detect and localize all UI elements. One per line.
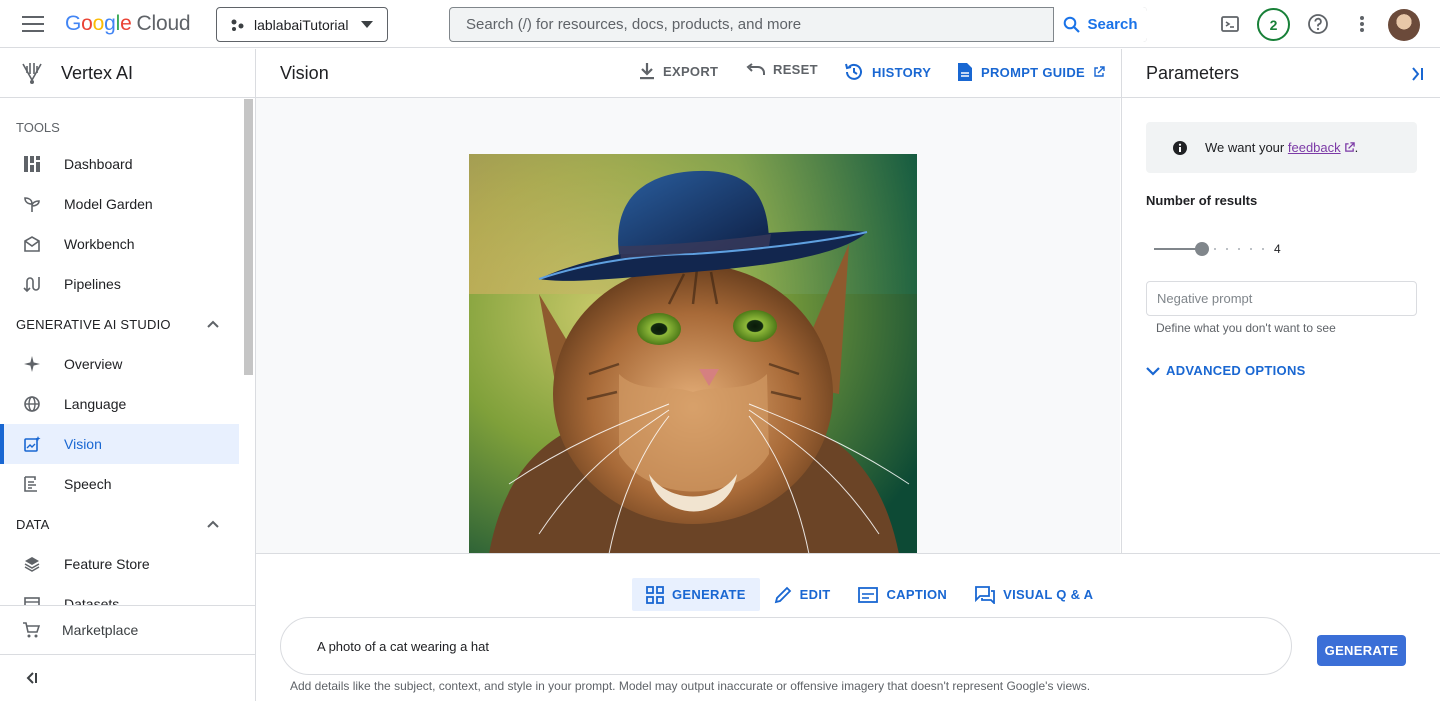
number-of-results-label: Number of results <box>1146 193 1258 208</box>
feedback-link[interactable]: feedback <box>1288 140 1341 155</box>
collapse-sidebar-button[interactable] <box>0 654 255 701</box>
tab-caption[interactable]: CAPTION <box>844 578 961 611</box>
prompt-input[interactable]: A photo of a cat wearing a hat <box>280 617 1292 675</box>
sidebar-nav: TOOLS Dashboard Model Garden Workbench P… <box>0 98 255 605</box>
search-icon <box>1064 16 1081 33</box>
open-in-new-icon <box>1094 66 1105 77</box>
sidebar: Vertex AI TOOLS Dashboard Model Garden W… <box>0 49 256 701</box>
sidebar-item-overview[interactable]: Overview <box>0 344 239 384</box>
dashboard-icon <box>22 154 42 174</box>
caption-icon <box>858 586 879 603</box>
workbench-icon <box>22 234 42 254</box>
prompt-guide-button[interactable]: PROMPT GUIDE <box>957 62 1105 82</box>
slider-thumb[interactable] <box>1195 242 1209 256</box>
history-icon <box>845 63 862 80</box>
sidebar-item-language[interactable]: Language <box>0 384 239 424</box>
tab-edit[interactable]: EDIT <box>760 578 845 611</box>
sidebar-header: Vertex AI <box>0 49 255 98</box>
sidebar-item-speech[interactable]: Speech <box>0 464 239 504</box>
search-input[interactable] <box>450 8 1054 41</box>
parameters-title: Parameters <box>1146 62 1240 83</box>
notifications-badge[interactable]: 2 <box>1257 8 1290 41</box>
project-icon <box>231 19 244 31</box>
export-button[interactable]: EXPORT <box>639 62 718 80</box>
sidebar-item-workbench[interactable]: Workbench <box>0 224 239 264</box>
tab-generate[interactable]: GENERATE <box>632 578 760 611</box>
pipelines-icon <box>22 274 42 294</box>
generated-image[interactable] <box>469 154 917 553</box>
collapse-left-icon <box>26 672 37 684</box>
sidebar-item-datasets[interactable]: Datasets <box>0 584 239 605</box>
number-of-results-value: 4 <box>1274 242 1281 256</box>
sidebar-item-dashboard[interactable]: Dashboard <box>0 144 239 184</box>
search-button[interactable]: Search <box>1053 7 1147 42</box>
feedback-banner: We want your feedback . <box>1146 122 1417 173</box>
chat-icon <box>975 585 995 604</box>
section-label-tools: TOOLS <box>16 120 60 135</box>
negative-prompt-hint: Define what you don't want to see <box>1156 321 1336 335</box>
reset-button[interactable]: RESET <box>745 62 818 77</box>
more-vert-icon[interactable] <box>1350 12 1374 36</box>
grid-icon <box>646 585 664 604</box>
chevron-up-icon <box>207 320 219 328</box>
generate-button[interactable]: GENERATE <box>1317 635 1406 666</box>
info-icon <box>1173 140 1187 155</box>
vertex-ai-logo-icon <box>22 63 42 84</box>
sidebar-item-marketplace[interactable]: Marketplace <box>0 605 255 654</box>
google-cloud-logo[interactable]: Google Cloud <box>65 12 191 36</box>
layers-icon <box>22 554 42 574</box>
sidebar-item-vision[interactable]: Vision <box>0 424 239 464</box>
image-canvas <box>256 98 1120 553</box>
section-toggle-data[interactable]: DATA <box>0 504 255 544</box>
sidebar-item-feature-store[interactable]: Feature Store <box>0 544 239 584</box>
project-name: lablabaiTutorial <box>254 16 349 33</box>
section-toggle-generative-ai-studio[interactable]: GENERATIVE AI STUDIO <box>0 304 255 344</box>
prompt-area: GENERATE EDIT CAPTION VISUAL Q & A A pho… <box>256 553 1440 701</box>
chevron-up-icon <box>207 520 219 528</box>
sidebar-scrollbar[interactable] <box>244 99 253 375</box>
cloud-shell-icon[interactable] <box>1218 12 1242 36</box>
chevron-down-icon <box>361 21 373 28</box>
help-icon[interactable] <box>1306 12 1330 36</box>
speech-icon <box>22 474 42 494</box>
parameters-header: Parameters <box>1122 49 1440 98</box>
download-icon <box>640 63 654 80</box>
negative-prompt-input[interactable]: Negative prompt <box>1146 281 1417 316</box>
prompt-disclaimer: Add details like the subject, context, a… <box>290 679 1091 693</box>
tab-visual-qa[interactable]: VISUAL Q & A <box>961 578 1107 611</box>
chevron-down-icon <box>1146 366 1160 376</box>
history-button[interactable]: HISTORY <box>844 62 931 82</box>
search-bar: Search <box>449 7 1147 42</box>
globe-icon <box>22 394 42 414</box>
sprout-icon <box>22 194 42 214</box>
advanced-options-toggle[interactable]: ADVANCED OPTIONS <box>1146 363 1306 378</box>
sidebar-item-pipelines[interactable]: Pipelines <box>0 264 239 304</box>
page-title: Vision <box>280 62 329 83</box>
pencil-icon <box>774 586 791 603</box>
undo-icon <box>746 62 765 75</box>
vision-icon <box>22 434 42 454</box>
main-header: Vision EXPORT RESET HISTORY PROMPT GUIDE <box>256 49 1121 98</box>
project-selector[interactable]: lablabaiTutorial <box>216 7 388 42</box>
parameters-panel: Parameters We want your feedback . Numbe… <box>1121 49 1440 554</box>
sidebar-title: Vertex AI <box>61 62 134 83</box>
number-of-results-slider[interactable] <box>1154 242 1266 256</box>
cart-icon <box>22 621 40 639</box>
sidebar-item-model-garden[interactable]: Model Garden <box>0 184 239 224</box>
top-bar: GoogleCloud lablabaiTutorial Search 2 <box>0 0 1440 48</box>
hamburger-menu-icon[interactable] <box>22 16 44 32</box>
sparkle-icon <box>22 354 42 374</box>
document-icon <box>958 63 972 81</box>
collapse-right-icon[interactable] <box>1410 67 1424 81</box>
open-in-new-icon <box>1344 142 1355 152</box>
table-icon <box>22 594 42 605</box>
avatar[interactable] <box>1388 9 1420 41</box>
mode-tabs: GENERATE EDIT CAPTION VISUAL Q & A <box>632 578 1107 611</box>
